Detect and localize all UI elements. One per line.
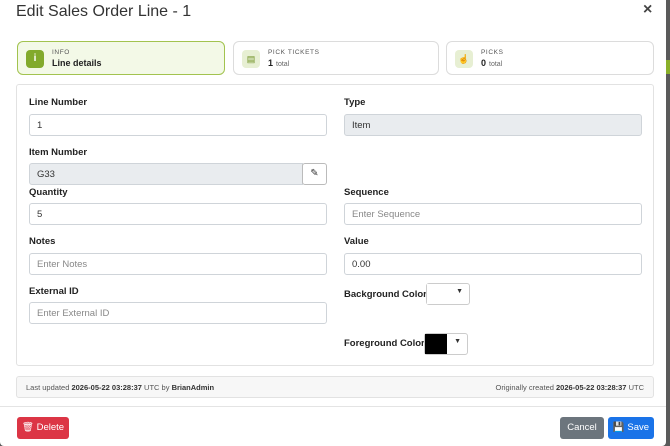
cancel-button[interactable]: Cancel [560,417,604,439]
save-button[interactable]: 💾 Save [608,417,654,439]
chevron-down-icon: ▼ [456,288,463,295]
info-icon: i [26,50,44,68]
last-updated-text: Last updated 2026-05-22 03:28:37 UTC by … [26,383,214,392]
hand-pointer-icon: ☝ [455,50,473,68]
last-updated-user: BrianAdmin [171,383,215,392]
foreground-color-label: Foreground Color [344,338,425,349]
background-color-swatch [427,284,449,304]
value-input[interactable]: 0.00 [344,253,642,275]
close-icon[interactable]: × [643,1,652,19]
type-input: Item [344,114,642,136]
item-number-label: Item Number [29,147,88,158]
notes-label: Notes [29,236,56,247]
tab-picks[interactable]: ☝ PICKS 0 total [446,41,654,75]
sequence-label: Sequence [344,187,389,198]
notes-input[interactable]: Enter Notes [29,253,327,275]
modal-header: Edit Sales Order Line - 1 × [0,0,666,32]
foreground-color-picker[interactable]: ▼ [424,333,468,355]
created-timestamp: 2026-05-22 03:28:37 [556,383,627,392]
edit-item-button[interactable]: ✎ [302,163,327,185]
external-id-input[interactable]: Enter External ID [29,302,327,324]
type-label: Type [344,97,366,108]
external-id-label: External ID [29,286,79,297]
footer-divider [0,406,666,407]
picks-total: total [489,61,503,68]
tab-info-label: INFO [52,49,70,56]
tab-picks-label: PICKS [481,49,504,56]
pencil-icon: ✎ [310,168,319,179]
delete-button[interactable]: 🗑 Delete [17,417,69,439]
tab-pick-tickets[interactable]: ▤ PICK TICKETS 1 total [233,41,439,75]
modal-title: Edit Sales Order Line - 1 [16,3,192,20]
pick-tickets-count: 1 [268,58,274,68]
trash-icon: 🗑 [21,422,34,433]
chevron-down-icon: ▼ [454,338,461,345]
item-number-input: G33 [29,163,303,185]
foreground-color-swatch [425,334,447,354]
edit-sales-order-line-modal: Edit Sales Order Line - 1 × i INFO Line … [0,0,666,446]
floppy-disk-icon: 💾 [612,422,625,433]
value-label: Value [344,236,369,247]
last-updated-mid: UTC by [144,383,170,392]
tab-info[interactable]: i INFO Line details [17,41,225,75]
created-prefix: Originally created [495,383,554,392]
clipboard-icon: ▤ [242,50,260,68]
background-color-label: Background Color [344,289,427,300]
save-label: Save [627,422,650,433]
background-color-picker[interactable]: ▼ [426,283,470,305]
tab-pick-tickets-label: PICK TICKETS [268,49,320,56]
audit-info-bar: Last updated 2026-05-22 03:28:37 UTC by … [16,376,654,398]
created-suffix: UTC [628,383,644,392]
line-number-label: Line Number [29,97,88,108]
quantity-input[interactable]: 5 [29,203,327,225]
created-text: Originally created 2026-05-22 03:28:37 U… [496,383,644,392]
picks-count: 0 [481,58,487,68]
quantity-label: Quantity [29,187,68,198]
last-updated-prefix: Last updated [26,383,70,392]
line-number-input[interactable]: 1 [29,114,327,136]
delete-label: Delete [36,422,65,433]
tab-info-value: Line details [52,58,102,68]
last-updated-timestamp: 2026-05-22 03:28:37 [71,383,142,392]
pick-tickets-total: total [276,61,290,68]
sequence-input[interactable]: Enter Sequence [344,203,642,225]
tab-picks-value: 0 total [481,58,502,68]
tab-pick-tickets-value: 1 total [268,58,289,68]
